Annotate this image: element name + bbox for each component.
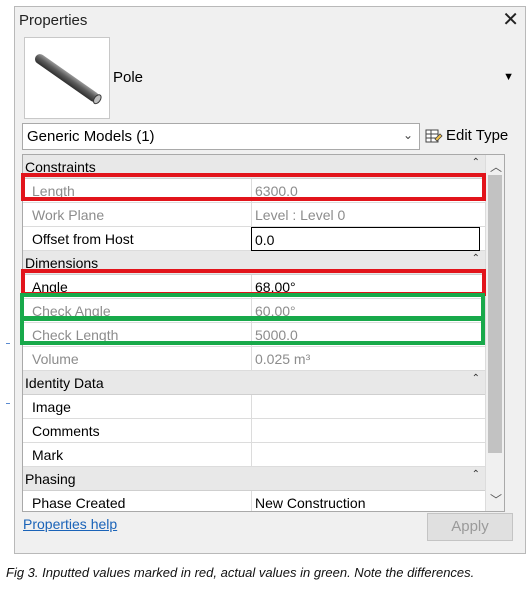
param-row-angle: Angle 68.00° <box>23 275 486 299</box>
param-name: Angle <box>32 279 68 295</box>
properties-help-link[interactable]: Properties help <box>23 516 117 532</box>
param-name: Offset from Host <box>32 231 134 247</box>
param-row-volume: Volume 0.025 m³ <box>23 347 486 371</box>
side-tick <box>6 403 10 404</box>
param-name: Mark <box>32 447 64 463</box>
collapse-icon[interactable]: ⌃ <box>472 253 480 264</box>
param-name: Check Angle <box>32 303 111 319</box>
collapse-icon[interactable]: ⌃ <box>472 157 480 168</box>
vertical-scrollbar[interactable]: ︿ ﹀ <box>485 155 504 511</box>
apply-button[interactable]: Apply <box>427 513 513 541</box>
param-name: Image <box>32 399 71 415</box>
group-header-identity-data[interactable]: Identity Data ⌃ <box>23 371 486 395</box>
image-input[interactable] <box>251 395 486 419</box>
param-value: 0.025 m³ <box>251 347 486 371</box>
edit-type-icon <box>425 129 443 143</box>
offset-from-host-input[interactable]: 0.0 <box>251 227 480 251</box>
scrollbar-thumb[interactable] <box>488 175 502 453</box>
group-header-constraints[interactable]: Constraints ⌃ <box>23 155 486 179</box>
param-row-phase-created: Phase Created New Construction <box>23 491 486 511</box>
param-value: 5000.0 <box>251 323 486 347</box>
instance-filter-value: Generic Models (1) <box>27 128 155 145</box>
chevron-down-icon: ⌄ <box>402 128 413 142</box>
window-title: Properties <box>19 12 88 29</box>
edit-type-label: Edit Type <box>446 127 509 144</box>
properties-palette: Properties ✕ Pole ▼ Generic Models (1) ⌄ <box>14 6 526 554</box>
scroll-down-icon[interactable]: ﹀ <box>490 491 502 508</box>
angle-input[interactable]: 68.00° <box>251 275 486 299</box>
comments-input[interactable] <box>251 419 486 443</box>
param-name: Comments <box>32 423 100 439</box>
group-label: Identity Data <box>25 375 104 391</box>
triangle-down-icon[interactable]: ▼ <box>503 71 514 83</box>
collapse-icon[interactable]: ⌃ <box>472 469 480 480</box>
param-value: Level : Level 0 <box>251 203 486 227</box>
param-name: Phase Created <box>32 495 126 511</box>
param-row-check-length: Check Length 5000.0 <box>23 323 486 347</box>
param-name: Check Length <box>32 327 119 343</box>
pole-preview-icon <box>34 54 102 105</box>
group-header-dimensions[interactable]: Dimensions ⌃ <box>23 251 486 275</box>
param-row-image: Image <box>23 395 486 419</box>
param-row-work-plane: Work Plane Level : Level 0 <box>23 203 486 227</box>
param-name: Work Plane <box>32 207 105 223</box>
param-row-length: Length 6300.0 <box>23 179 486 203</box>
instance-filter-select[interactable]: Generic Models (1) ⌄ <box>22 123 420 150</box>
title-bar: Properties ✕ <box>15 7 525 35</box>
group-header-phasing[interactable]: Phasing ⌃ <box>23 467 486 491</box>
close-icon[interactable]: ✕ <box>502 9 519 31</box>
param-value: 60.00° <box>251 299 486 323</box>
group-label: Dimensions <box>25 255 99 271</box>
group-label: Constraints <box>25 159 96 175</box>
figure-caption: Fig 3. Inputted values marked in red, ac… <box>6 565 475 580</box>
collapse-icon[interactable]: ⌃ <box>472 373 480 384</box>
param-value: 6300.0 <box>251 179 486 203</box>
side-tick <box>6 343 10 344</box>
param-name: Length <box>32 183 75 199</box>
group-label: Phasing <box>25 471 76 487</box>
type-thumbnail <box>24 37 110 119</box>
param-row-mark: Mark <box>23 443 486 467</box>
type-name[interactable]: Pole <box>113 69 143 86</box>
properties-grid: Constraints ⌃ Length 6300.0 Work Plane L… <box>22 154 505 512</box>
phase-created-select[interactable]: New Construction <box>251 491 486 511</box>
param-name: Volume <box>32 351 79 367</box>
scroll-up-icon[interactable]: ︿ <box>490 158 502 175</box>
param-row-check-angle: Check Angle 60.00° <box>23 299 486 323</box>
param-row-offset-from-host: Offset from Host 0.0 <box>23 227 486 251</box>
mark-input[interactable] <box>251 443 486 467</box>
param-row-comments: Comments <box>23 419 486 443</box>
